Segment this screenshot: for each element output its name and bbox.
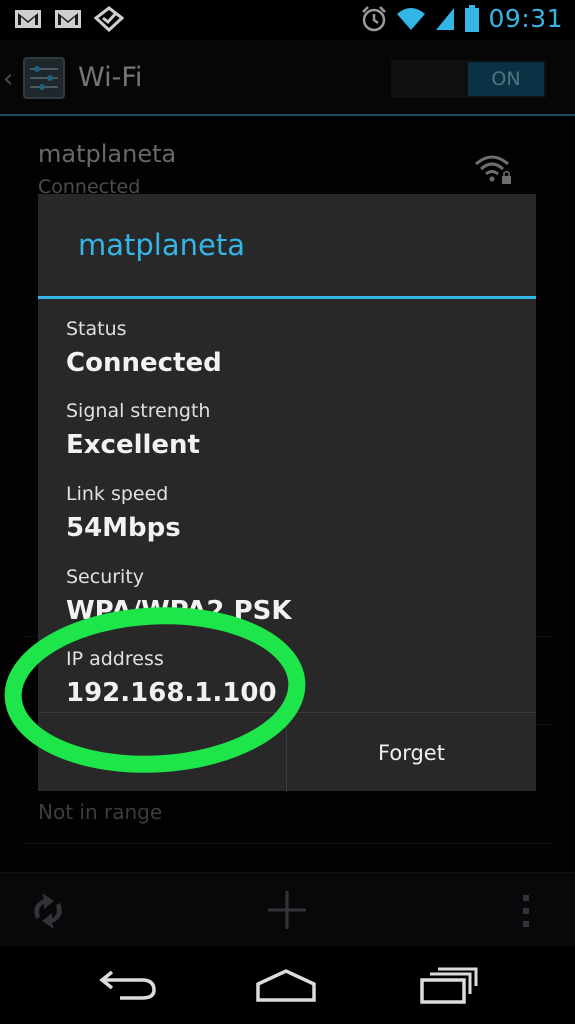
cancel-button[interactable] (38, 713, 287, 792)
back-icon[interactable] (98, 966, 158, 1002)
title-divider (38, 296, 536, 299)
screen: 09:31 ‹ Wi-Fi ON matplaneta Connected No… (0, 0, 575, 1024)
system-icons: 09:31 (360, 4, 563, 33)
ip-address-value: 192.168.1.100 (66, 678, 277, 708)
recents-icon[interactable] (418, 966, 478, 1006)
link-speed-label: Link speed (66, 483, 169, 505)
status-label: Status (66, 318, 127, 340)
status-value: Connected (66, 348, 222, 378)
dialog-title: matplaneta (78, 228, 245, 262)
notification-icons (14, 6, 124, 32)
alarm-icon (362, 5, 387, 31)
signal-icon (436, 7, 455, 30)
security-label: Security (66, 566, 145, 588)
home-icon[interactable] (254, 968, 318, 1004)
network-details-dialog: matplaneta Status Connected Signal stren… (38, 194, 536, 792)
forget-button[interactable]: Forget (287, 713, 536, 792)
clock: 09:31 (488, 4, 563, 33)
battery-icon (465, 4, 480, 32)
wifi-icon (397, 7, 426, 30)
checklist-icon (94, 6, 124, 32)
navigation-bar (0, 946, 575, 1024)
dialog-button-bar: Forget (38, 712, 536, 792)
gmail-icon (55, 10, 81, 28)
status-bar: 09:31 (0, 0, 575, 40)
ip-address-label: IP address (66, 648, 164, 670)
signal-strength-value: Excellent (66, 430, 200, 460)
link-speed-value: 54Mbps (66, 513, 181, 543)
signal-strength-label: Signal strength (66, 400, 211, 422)
gmail-icon (15, 10, 41, 28)
security-value: WPA/WPA2 PSK (66, 596, 292, 626)
